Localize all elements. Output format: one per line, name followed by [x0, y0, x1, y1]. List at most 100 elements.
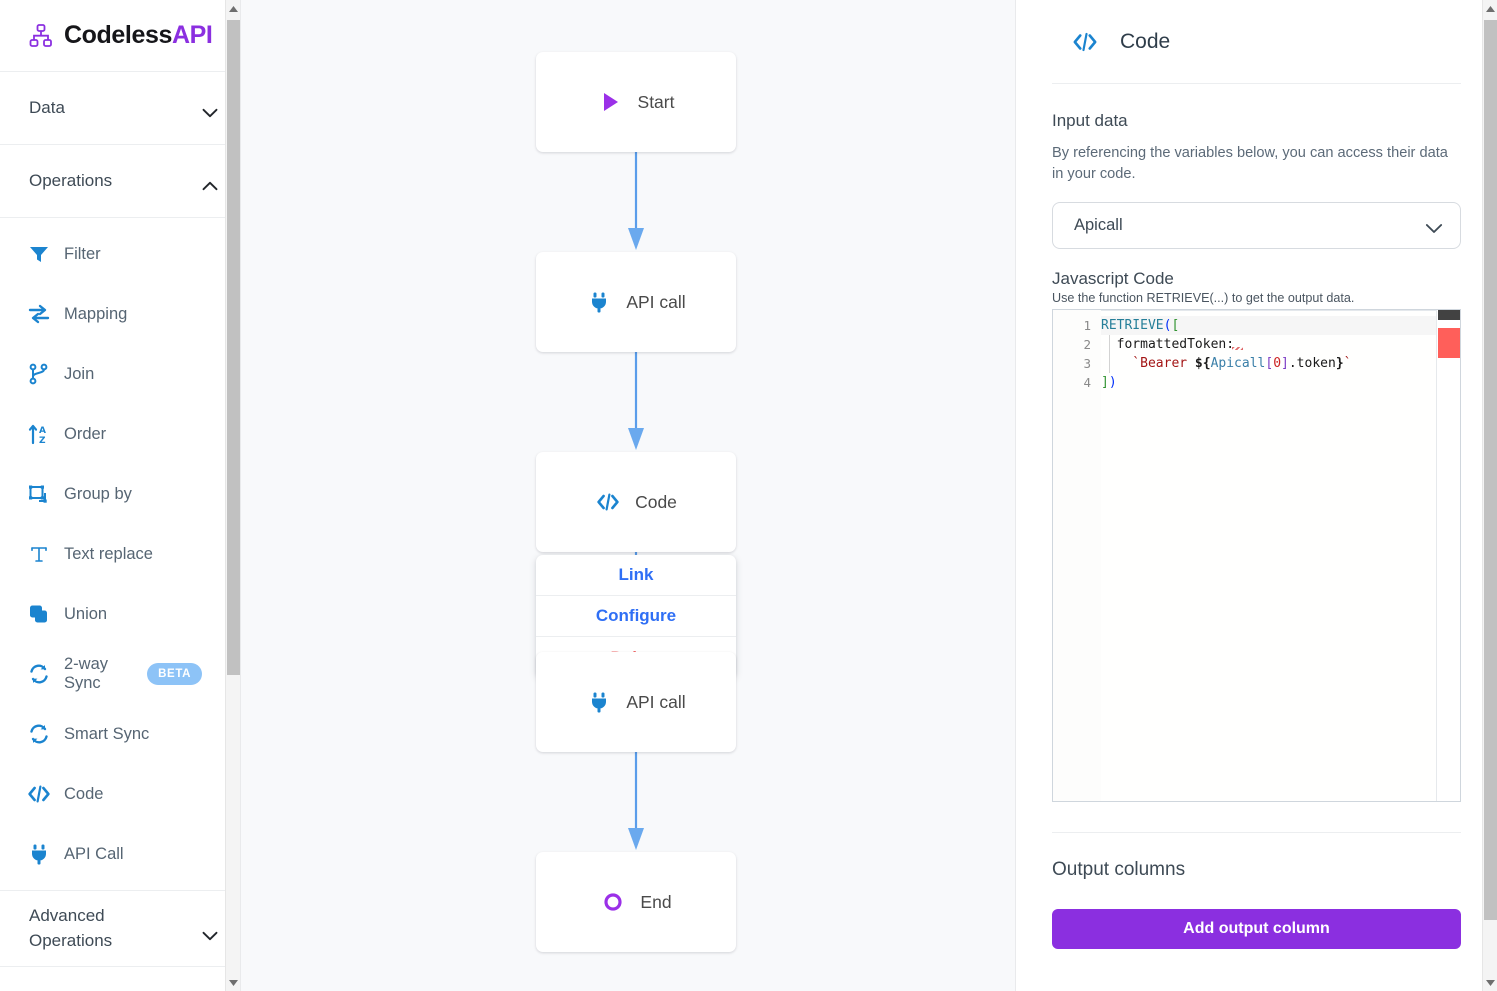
- sidebar-item-text-replace[interactable]: Text replace: [0, 524, 240, 584]
- javascript-code-heading: Javascript Code: [1052, 269, 1174, 289]
- flow-node-code[interactable]: Code: [536, 452, 736, 552]
- code-token-variable: Apicall: [1210, 356, 1266, 372]
- sidebar-item-label: Mapping: [64, 304, 128, 323]
- flow-graph: Start API call Code Link Configure API c…: [241, 0, 1015, 991]
- sidebar-item-group-by[interactable]: Group by: [0, 464, 240, 524]
- flow-node-end[interactable]: End: [536, 852, 736, 952]
- code-token-identifier: formattedToken:: [1101, 337, 1235, 353]
- indent-guide: [1109, 335, 1110, 374]
- sidebar-item-mapping[interactable]: Mapping: [0, 284, 240, 344]
- sidebar-item-label: Union: [64, 604, 108, 623]
- code-token-template-open: ${: [1194, 356, 1211, 372]
- javascript-code-hint: Use the function RETRIEVE(...) to get th…: [1052, 291, 1355, 306]
- brand-logo[interactable]: CodelessAPI: [0, 0, 240, 72]
- text-replace-icon: [26, 541, 52, 567]
- flow-node-label: Code: [635, 491, 677, 512]
- sidebar-item-label: Text replace: [64, 544, 153, 563]
- add-output-column-button[interactable]: Add output column: [1052, 909, 1461, 950]
- flow-canvas[interactable]: Start API call Code Link Configure API c…: [241, 0, 1015, 991]
- scroll-down-arrow-icon[interactable]: [226, 974, 240, 991]
- editor-error-marker[interactable]: [1438, 328, 1460, 359]
- context-menu-item-configure[interactable]: Configure: [536, 596, 736, 637]
- code-line-4[interactable]: ]): [1101, 373, 1436, 392]
- panel-header: Code: [1052, 0, 1461, 83]
- sidebar-scroll-thumb[interactable]: [227, 20, 240, 675]
- sync-icon: [26, 661, 52, 687]
- sidebar-item-order[interactable]: A Z Order: [0, 404, 240, 464]
- sidebar-operations-list: Filter Mapping Join A Z Order Group by T…: [0, 218, 240, 890]
- sync-icon: [26, 721, 52, 747]
- sidebar-item-label: Code: [64, 784, 104, 803]
- chevron-down-icon: [202, 103, 218, 118]
- sidebar-item-smart-sync[interactable]: Smart Sync: [0, 704, 240, 764]
- sidebar-item-label: Filter: [64, 244, 101, 263]
- sidebar-item-join[interactable]: Join: [0, 344, 240, 404]
- sidebar-section-data[interactable]: Data: [0, 72, 240, 145]
- editor-scrollbar[interactable]: [1436, 310, 1460, 802]
- play-triangle-icon: [598, 89, 624, 115]
- sidebar-item-api-call[interactable]: API Call: [0, 824, 240, 884]
- page-scroll-thumb[interactable]: [1484, 20, 1497, 920]
- sidebar-item-union[interactable]: Union: [0, 584, 240, 644]
- svg-text:A: A: [39, 426, 46, 436]
- code-token-property: .token: [1288, 356, 1336, 372]
- scroll-up-arrow-icon[interactable]: [1483, 0, 1497, 17]
- sidebar-section-operations-label: Operations: [29, 171, 113, 190]
- divider: [1052, 832, 1461, 834]
- line-number: 1: [1083, 318, 1091, 334]
- flow-node-api-call-2[interactable]: API call: [536, 652, 736, 752]
- circle-outline-icon: [600, 889, 626, 915]
- divider: [1052, 83, 1461, 84]
- line-number: 3: [1083, 356, 1091, 372]
- code-token-number: 0: [1273, 356, 1282, 372]
- mapping-arrows-icon: [26, 301, 52, 327]
- flow-node-start[interactable]: Start: [536, 52, 736, 152]
- page-scrollbar[interactable]: [1482, 0, 1497, 991]
- code-token-string: `Bearer: [1101, 356, 1195, 372]
- sidebar-section-advanced-operations[interactable]: Advanced Operations: [0, 891, 240, 967]
- sidebar-item-filter[interactable]: Filter: [0, 224, 240, 284]
- chevron-down-icon: [1425, 221, 1443, 233]
- editor-text-area[interactable]: RETRIEVE([ formattedToken: `Bearer ${Api…: [1101, 310, 1436, 801]
- line-number: 4: [1083, 375, 1091, 391]
- code-brackets-icon: [595, 489, 621, 515]
- flow-node-api-call-1[interactable]: API call: [536, 252, 736, 352]
- code-line-2[interactable]: formattedToken:: [1101, 335, 1436, 354]
- input-data-heading: Input data: [1052, 111, 1128, 130]
- sidebar-item-label: Group by: [64, 484, 132, 503]
- context-menu-item-link[interactable]: Link: [536, 555, 736, 596]
- code-line-1[interactable]: RETRIEVE([: [1101, 316, 1436, 336]
- input-data-select[interactable]: Apicall: [1052, 202, 1461, 250]
- code-token-bracket: ]: [1101, 375, 1109, 391]
- sidebar: CodelessAPI Data Operations Filter Mappi…: [0, 0, 241, 991]
- code-token-template-close: }: [1335, 356, 1344, 372]
- properties-panel-content: Code Input data By referencing the varia…: [1052, 0, 1461, 950]
- svg-text:Z: Z: [39, 436, 46, 445]
- sidebar-item-code[interactable]: Code: [0, 764, 240, 824]
- sidebar-item-2-way-sync[interactable]: 2-way Sync BETA: [0, 644, 240, 704]
- input-data-select-value: Apicall: [1074, 216, 1123, 235]
- flow-node-label: End: [640, 891, 672, 912]
- flow-node-label: Start: [637, 91, 675, 112]
- filter-icon: [26, 241, 52, 267]
- scroll-up-arrow-icon[interactable]: [226, 0, 240, 17]
- output-columns-heading: Output columns: [1052, 859, 1186, 881]
- editor-scroll-thumb[interactable]: [1438, 310, 1460, 321]
- plug-icon: [586, 689, 612, 715]
- code-brackets-icon: [1072, 29, 1098, 55]
- code-editor[interactable]: 1 2 3 4 RETRIEVE([ formattedToken: `Bear…: [1052, 309, 1461, 803]
- app-root: CodelessAPI Data Operations Filter Mappi…: [0, 0, 1497, 991]
- sidebar-scrollbar[interactable]: [225, 0, 240, 991]
- sidebar-item-label: Smart Sync: [64, 724, 150, 743]
- plug-icon: [26, 841, 52, 867]
- code-line-3[interactable]: `Bearer ${Apicall[0].token}`: [1101, 354, 1436, 373]
- sidebar-section-operations[interactable]: Operations: [0, 145, 240, 218]
- flow-node-label: API call: [626, 691, 686, 712]
- chevron-down-icon: [202, 924, 218, 940]
- scroll-down-arrow-icon[interactable]: [1483, 974, 1497, 991]
- sidebar-item-label: API Call: [64, 844, 124, 863]
- sidebar-section-advanced-label: Advanced Operations: [29, 905, 113, 950]
- sidebar-item-label: 2-way Sync: [64, 655, 109, 692]
- code-token-bracket: [: [1171, 318, 1180, 334]
- code-token-function: RETRIEVE: [1101, 318, 1164, 334]
